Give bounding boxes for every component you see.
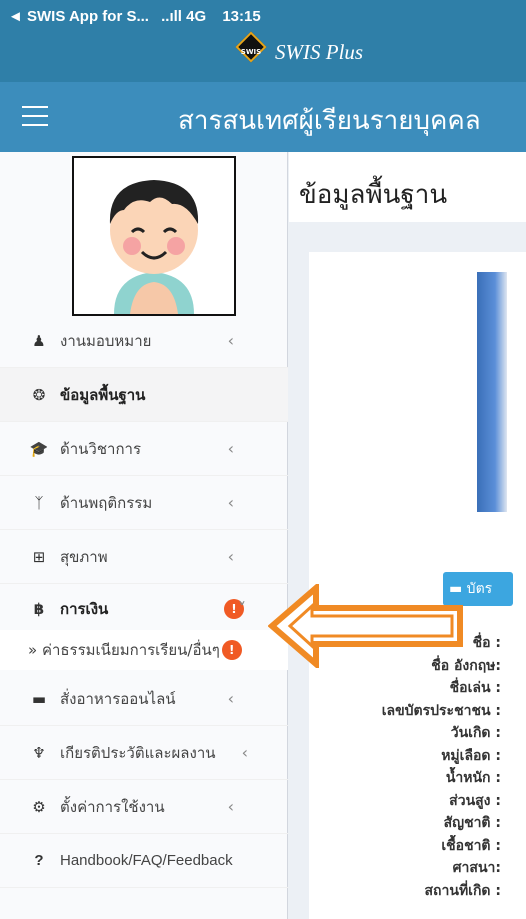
page-title: สารสนเทศผู้เรียนรายบุคคล (178, 106, 481, 136)
field-label: เชื้อชาติ : (441, 837, 501, 854)
chevron-left-icon: ‹ (227, 439, 234, 458)
sidebar-item-assignments[interactable]: ♟ งานมอบหมาย ‹ (0, 314, 288, 368)
field-label: เลขบัตรประชาชน : (381, 702, 501, 719)
chevron-left-icon: ‹ (227, 493, 234, 512)
main-content: ข้อมูลพื้นฐาน ▬ บัตร ชื่อ : ชื่อ อังกฤษ:… (289, 152, 526, 919)
sidebar-item-basic-info[interactable]: ❂ ข้อมูลพื้นฐาน (0, 368, 288, 422)
alert-badge: ! (221, 640, 242, 660)
field-label: สถานที่เกิด : (424, 882, 501, 899)
sidebar-item-label: สุขภาพ (60, 547, 108, 566)
field-label: ส่วนสูง : (449, 792, 501, 809)
app-header: สารสนเทศผู้เรียนรายบุคคล (0, 82, 526, 152)
baht-icon: ฿ (33, 599, 45, 618)
sidebar-item-behavior[interactable]: ᛉ ด้านพฤติกรรม ‹ (0, 476, 288, 530)
field-label: หมู่เลือด : (441, 747, 501, 764)
sidebar-item-finance[interactable]: ฿ การเงิน ! ˅ (0, 582, 288, 636)
sidebar-item-label: Handbook/FAQ/Feedback (60, 852, 233, 869)
field-label: สัญชาติ : (443, 815, 501, 831)
field-label: ศาสนา: (452, 860, 501, 876)
trophy-icon: ♆ (32, 743, 46, 762)
chevron-left-icon: ‹ (227, 331, 234, 350)
sidebar-item-label: การเงิน (60, 599, 109, 618)
signal-indicator: ..ıll 4G (161, 8, 207, 25)
brand: SWIS SWIS Plus (233, 30, 364, 65)
chevron-down-icon: ˅ (238, 599, 246, 618)
sidebar: ♟ งานมอบหมาย ‹ ❂ ข้อมูลพื้นฐาน 🎓 ด้านวิช… (0, 152, 288, 919)
sidebar-item-label: ด้านวิชาการ (60, 439, 142, 458)
swis-logo-icon: SWIS (233, 30, 269, 65)
chevron-left-icon: ‹ (241, 743, 248, 762)
child-icon: ᛉ (34, 493, 44, 512)
sidebar-item-label: ตั้งค่าการใช้งาน (60, 797, 165, 816)
sidebar-item-label: ข้อมูลพื้นฐาน (60, 385, 146, 404)
sidebar-item-honors[interactable]: ♆ เกียรติประวัติและผลงาน ‹ (0, 726, 288, 780)
sidebar-item-label: สั่งอาหารออนไลน์ (60, 689, 176, 708)
student-avatar (72, 156, 236, 316)
sidebar-item-health[interactable]: ⊞ สุขภาพ ‹ (0, 530, 288, 584)
chevron-left-icon: ‹ (227, 689, 234, 708)
field-label: วันเกิด : (450, 725, 501, 741)
gear-icon: ⚙ (32, 797, 46, 816)
sidebar-item-academic[interactable]: 🎓 ด้านวิชาการ ‹ (0, 422, 288, 476)
sidebar-item-food-order[interactable]: ▬ สั่งอาหารออนไลน์ ‹ (0, 672, 288, 726)
content-heading: ข้อมูลพื้นฐาน (299, 180, 448, 210)
chevron-left-icon: ‹ (227, 797, 234, 816)
sidebar-item-label: งานมอบหมาย (60, 331, 152, 350)
clock: 13:15 (222, 8, 261, 25)
status-row: ◄ SWIS App for S... ..ıll 4G 13:15 (8, 8, 261, 25)
dashboard-icon: ❂ (32, 385, 46, 404)
back-to-app-link[interactable]: ◄ SWIS App for S... (8, 8, 149, 25)
field-label: น้ำหนัก : (445, 770, 501, 786)
content-header: ข้อมูลพื้นฐาน (289, 152, 526, 222)
chevron-left-icon: ‹ (227, 547, 234, 566)
user-icon: ♟ (32, 331, 46, 350)
brand-name: SWIS Plus (275, 40, 364, 64)
sidebar-item-settings[interactable]: ⚙ ตั้งค่าการใช้งาน ‹ (0, 780, 288, 834)
sidebar-subitem-label: » ค่าธรรมเนียมการเรียน/อื่นๆ (28, 641, 220, 659)
question-icon: ? (34, 852, 44, 869)
status-bar: ◄ SWIS App for S... ..ıll 4G 13:15 SWIS … (0, 0, 526, 82)
student-photo (477, 272, 507, 512)
field-label: ชื่อเล่น : (449, 680, 501, 696)
sidebar-item-handbook[interactable]: ? Handbook/FAQ/Feedback (0, 834, 288, 888)
profile-fields: ชื่อ : ชื่อ อังกฤษ: ชื่อเล่น : เลขบัตรปร… (289, 632, 501, 902)
pointer-arrow-icon (268, 584, 463, 668)
medkit-icon: ⊞ (32, 547, 46, 566)
sidebar-item-label: เกียรติประวัติและผลงาน (60, 743, 216, 762)
sidebar-subitem-fees[interactable]: » ค่าธรรมเนียมการเรียน/อื่นๆ ! (0, 630, 288, 670)
graduation-cap-icon: 🎓 (29, 439, 49, 458)
sidebar-item-label: ด้านพฤติกรรม (60, 493, 153, 512)
food-icon: ▬ (31, 689, 47, 708)
hamburger-menu-icon[interactable] (22, 106, 48, 126)
